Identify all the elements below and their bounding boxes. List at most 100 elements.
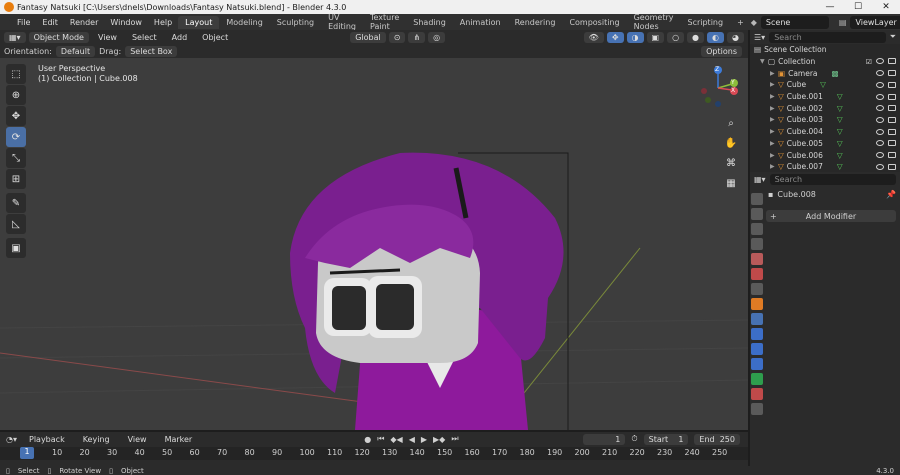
collection-tab-icon[interactable] xyxy=(751,283,763,295)
outliner-collection[interactable]: ▼ ▢ Collection ☑ xyxy=(754,56,900,68)
play-icon[interactable]: ▶ xyxy=(421,435,427,444)
viewlayer-selector[interactable]: ViewLayer xyxy=(850,15,900,29)
minimize-button[interactable]: — xyxy=(816,2,844,12)
menu-timeline-view[interactable]: View xyxy=(122,435,153,444)
eye-icon[interactable] xyxy=(876,93,884,100)
collection-checkbox[interactable]: ☑ xyxy=(866,58,872,66)
camera-render-icon[interactable] xyxy=(888,81,896,88)
outliner-item[interactable]: ▶ ▣ Camera ▩ xyxy=(754,67,900,79)
overlay-toggle-icon[interactable]: ◑ xyxy=(626,31,644,43)
next-keyframe-icon[interactable]: ▶◆ xyxy=(433,435,445,444)
camera-render-icon[interactable] xyxy=(888,152,896,159)
tab-sculpting[interactable]: Sculpting xyxy=(270,16,321,29)
scale-tool-icon[interactable]: ⤡ xyxy=(6,148,26,168)
outliner-scene-collection[interactable]: ▤ Scene Collection xyxy=(754,44,900,56)
maximize-button[interactable]: ☐ xyxy=(844,2,872,12)
measure-tool-icon[interactable]: ◺ xyxy=(6,214,26,234)
output-tab-icon[interactable] xyxy=(751,223,763,235)
expand-arrow-icon[interactable]: ▶ xyxy=(770,140,778,147)
eye-icon[interactable] xyxy=(876,152,884,159)
material-tab-icon[interactable] xyxy=(751,388,763,400)
expand-arrow-icon[interactable]: ▶ xyxy=(770,128,778,135)
gizmo-toggle-icon[interactable]: ✥ xyxy=(606,31,624,43)
editor-type-button[interactable]: ▦▾ xyxy=(4,31,26,43)
timeline-editor-type-icon[interactable]: ◔▾ xyxy=(6,435,17,444)
play-reverse-icon[interactable]: ◀ xyxy=(409,435,415,444)
mesh-data-icon[interactable]: ▽ xyxy=(837,115,843,124)
playhead-frame[interactable]: 1 xyxy=(20,447,34,459)
camera-render-icon[interactable] xyxy=(888,93,896,100)
expand-arrow-icon[interactable]: ▶ xyxy=(770,93,778,100)
start-frame-field[interactable]: Start 1 xyxy=(643,433,689,445)
menu-help[interactable]: Help xyxy=(148,18,178,27)
outliner-item[interactable]: ▶ ▽ Cube.004 ▽ xyxy=(754,126,900,138)
stopwatch-icon[interactable]: ⏱ xyxy=(631,434,637,444)
texture-tab-icon[interactable] xyxy=(751,403,763,415)
menu-object[interactable]: Object xyxy=(196,33,234,42)
scene-tab-icon[interactable] xyxy=(751,253,763,265)
camera-render-icon[interactable] xyxy=(888,128,896,135)
data-tab-icon[interactable] xyxy=(751,373,763,385)
pan-hand-icon[interactable]: ✋ xyxy=(722,134,740,152)
tab-layout[interactable]: Layout xyxy=(178,15,220,29)
tab-animation[interactable]: Animation xyxy=(453,16,508,29)
tab-scripting[interactable]: Scripting xyxy=(680,16,730,29)
cursor-tool-icon[interactable]: ⊕ xyxy=(6,85,26,105)
outliner-item[interactable]: ▶ ▽ Cube.005 ▽ xyxy=(754,138,900,150)
camera-render-icon[interactable] xyxy=(888,163,896,170)
annotate-tool-icon[interactable]: ✎ xyxy=(6,193,26,213)
eye-icon[interactable] xyxy=(876,70,884,77)
expand-arrow-icon[interactable]: ▶ xyxy=(770,81,778,88)
timeline-ruler[interactable]: 1 10 20 30 40 50 60 70 80 90 100 110 120 130 140 150 160… xyxy=(0,447,748,460)
menu-edit[interactable]: Edit xyxy=(36,18,64,27)
expand-arrow-icon[interactable]: ▶ xyxy=(770,116,778,123)
record-icon[interactable]: ● xyxy=(364,435,371,444)
eye-icon[interactable] xyxy=(876,128,884,135)
mode-selector[interactable]: Object Mode xyxy=(28,31,89,43)
menu-select[interactable]: Select xyxy=(126,33,163,42)
expand-arrow-icon[interactable]: ▶ xyxy=(770,163,778,170)
camera-render-icon[interactable] xyxy=(888,116,896,123)
mesh-data-icon[interactable]: ▽ xyxy=(837,139,843,148)
eye-icon[interactable] xyxy=(876,57,884,64)
close-button[interactable]: ✕ xyxy=(872,2,900,12)
snap-icon[interactable]: ⋔ xyxy=(408,31,426,43)
outliner-item[interactable]: ▶ ▽ Cube.001 ▽ xyxy=(754,91,900,103)
outliner-item[interactable]: ▶ ▽ Cube.006 ▽ xyxy=(754,149,900,161)
scene-selector[interactable]: Scene xyxy=(760,15,829,29)
camera-render-icon[interactable] xyxy=(888,57,896,64)
mesh-data-icon[interactable]: ▽ xyxy=(837,104,843,113)
world-tab-icon[interactable] xyxy=(751,268,763,280)
modifier-tab-icon[interactable] xyxy=(751,313,763,325)
outliner-search-input[interactable]: Search xyxy=(769,31,886,43)
end-frame-field[interactable]: End 250 xyxy=(694,433,740,445)
pin-icon[interactable]: 📌 xyxy=(886,190,896,199)
outliner-item[interactable]: ▶ ▽ Cube ▽ xyxy=(754,79,900,91)
menu-render[interactable]: Render xyxy=(64,18,104,27)
eye-icon[interactable] xyxy=(876,81,884,88)
eye-icon[interactable] xyxy=(876,140,884,147)
add-modifier-button[interactable]: + Add Modifier xyxy=(766,210,896,222)
jump-start-icon[interactable]: ⏮ xyxy=(377,434,384,444)
menu-add[interactable]: Add xyxy=(166,33,194,42)
menu-keying[interactable]: Keying xyxy=(77,435,116,444)
current-frame-field[interactable]: 1 xyxy=(583,433,626,445)
particles-tab-icon[interactable] xyxy=(751,328,763,340)
add-cube-tool-icon[interactable]: ▣ xyxy=(6,238,26,258)
shading-wireframe-icon[interactable]: ○ xyxy=(667,31,685,43)
drag-selector[interactable]: Select Box xyxy=(125,45,178,57)
render-tab-icon[interactable] xyxy=(751,208,763,220)
menu-file[interactable]: File xyxy=(11,18,36,27)
3d-viewport[interactable]: User Perspective (1) Collection | Cube.0… xyxy=(0,58,748,430)
move-tool-icon[interactable]: ✥ xyxy=(6,106,26,126)
camera-data-icon[interactable]: ▩ xyxy=(832,69,839,78)
orientation-selector[interactable]: Default xyxy=(55,45,96,57)
outliner-editor-icon[interactable]: ☰▾ xyxy=(754,33,765,42)
menu-playback[interactable]: Playback xyxy=(23,435,71,444)
view-layer-tab-icon[interactable] xyxy=(751,238,763,250)
options-button[interactable]: Options xyxy=(701,45,742,57)
menu-marker[interactable]: Marker xyxy=(159,435,199,444)
outliner-item[interactable]: ▶ ▽ Cube.002 ▽ xyxy=(754,102,900,114)
tab-rendering[interactable]: Rendering xyxy=(508,16,563,29)
constraints-tab-icon[interactable] xyxy=(751,358,763,370)
